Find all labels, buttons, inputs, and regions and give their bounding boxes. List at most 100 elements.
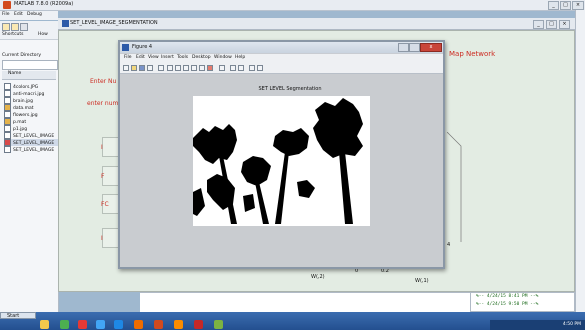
open-folder-icon[interactable]: [11, 23, 19, 31]
fig-menu-view[interactable]: View: [148, 55, 159, 60]
save-icon[interactable]: [139, 65, 145, 71]
show-plot-tools-icon[interactable]: [257, 65, 263, 71]
matlab-toolbar: Shortcuts How: [0, 21, 58, 40]
file-item[interactable]: 4colors.JPG: [4, 83, 58, 90]
current-directory-label: Current Directory: [2, 53, 42, 58]
image-file-icon: [4, 111, 11, 118]
menu-edit[interactable]: Edit: [14, 12, 23, 17]
image-file-icon: [4, 90, 11, 97]
figure-maximize-button[interactable]: [409, 43, 420, 52]
data-cursor-icon[interactable]: [199, 65, 205, 71]
fig-file-icon: [4, 132, 11, 139]
start-button[interactable]: Start: [0, 312, 36, 319]
gui-title: SET_LEVEL_IMAGE_SEGMENTATION: [70, 20, 158, 26]
app-taskbar-icon[interactable]: [96, 320, 105, 329]
current-directory-path-bar[interactable]: [2, 60, 58, 70]
matlab-taskbar-icon[interactable]: [154, 320, 163, 329]
plot-tick-4: 4: [447, 242, 451, 248]
fig-menu-desktop[interactable]: Desktop: [192, 55, 211, 60]
explorer-taskbar-icon[interactable]: [40, 320, 49, 329]
link-icon[interactable]: [219, 65, 225, 71]
figure-4-titlebar[interactable]: Figure 4: [120, 42, 443, 53]
shortcuts-label[interactable]: Shortcuts: [2, 32, 24, 37]
chrome-taskbar-icon[interactable]: [60, 320, 69, 329]
fig-menu-tools[interactable]: Tools: [177, 55, 188, 60]
word-taskbar-icon[interactable]: [114, 320, 123, 329]
figure-menubar: File Edit View Insert Tools Desktop Wind…: [120, 54, 443, 63]
enter-number-label-2: enter num: [87, 100, 119, 107]
figure-icon: [122, 44, 129, 51]
app2-taskbar-icon[interactable]: [214, 320, 223, 329]
matlab-titlebar: MATLAB 7.8.0 (R2009a): [0, 0, 585, 11]
gui-maximize-button[interactable]: □: [546, 20, 557, 29]
matlab-logo-icon: [3, 1, 11, 9]
hide-plot-tools-icon[interactable]: [249, 65, 255, 71]
name-column-header[interactable]: Name: [2, 71, 56, 80]
new-file-icon[interactable]: [2, 23, 10, 31]
brush-icon[interactable]: [207, 65, 213, 71]
firefox-taskbar-icon[interactable]: [174, 320, 183, 329]
figure-window-icon: [62, 20, 69, 27]
fig-menu-edit[interactable]: Edit: [136, 55, 145, 60]
print-icon[interactable]: [147, 65, 153, 71]
mat-file-icon: [4, 104, 11, 111]
m-file-icon: [4, 139, 11, 146]
axis-label-w2: W(,2): [311, 274, 325, 280]
legend-icon[interactable]: [238, 65, 244, 71]
powerpoint-taskbar-icon[interactable]: [134, 320, 143, 329]
image-file-icon: [4, 125, 11, 132]
file-item[interactable]: p1.jpg: [4, 125, 58, 132]
mat-file-icon: [4, 118, 11, 125]
file-item[interactable]: data.mat: [4, 104, 58, 111]
history-entry[interactable]: %-- 4/24/15 9:50 PM --%: [471, 301, 574, 309]
file-item[interactable]: brain.jpg: [4, 97, 58, 104]
new-figure-icon[interactable]: [123, 65, 129, 71]
cut-icon[interactable]: [20, 23, 28, 31]
fig-file-icon: [4, 146, 11, 153]
file-item[interactable]: flowers.jpg: [4, 111, 58, 118]
matlab-close-button[interactable]: ×: [572, 1, 584, 10]
media-taskbar-icon[interactable]: [78, 320, 87, 329]
pan-icon[interactable]: [183, 65, 189, 71]
pdf-taskbar-icon[interactable]: [194, 320, 203, 329]
axis-label-w1: W(,1): [415, 278, 429, 284]
file-item-selected[interactable]: SET_LEVEL_IMAGE: [4, 139, 58, 146]
command-history[interactable]: %-- 4/24/15 8:41 PM --% %-- 4/24/15 9:50…: [470, 292, 575, 312]
command-window[interactable]: [140, 292, 470, 313]
edit-plot-arrow-icon[interactable]: [158, 65, 164, 71]
zoom-in-icon[interactable]: [167, 65, 173, 71]
matlab-title: MATLAB 7.8.0 (R2009a): [14, 1, 74, 7]
map-network-heading: Map Network: [449, 50, 496, 58]
plot-title: SET LEVEL Segmentation: [258, 86, 322, 92]
fig-menu-insert[interactable]: Insert: [161, 55, 174, 60]
figure-close-button[interactable]: x: [420, 43, 442, 52]
current-directory-panel: [0, 40, 59, 312]
open-file-icon[interactable]: [131, 65, 137, 71]
segmentation-result-image: [193, 96, 370, 226]
how-to-add-link[interactable]: How: [38, 32, 48, 37]
zoom-out-icon[interactable]: [175, 65, 181, 71]
figure-4-title: Figure 4: [132, 44, 153, 50]
file-item[interactable]: p.mat: [4, 118, 58, 125]
fig-menu-window[interactable]: Window: [214, 55, 232, 60]
fig-menu-file[interactable]: File: [124, 55, 132, 60]
matlab-minimize-button[interactable]: _: [548, 1, 559, 10]
gui-titlebar: SET_LEVEL_IMAGE_SEGMENTATION: [58, 18, 575, 30]
matlab-maximize-button[interactable]: □: [560, 1, 571, 10]
figure-toolbar: [120, 63, 443, 74]
menu-debug[interactable]: Debug: [27, 12, 42, 17]
gui-close-button[interactable]: ×: [559, 20, 570, 29]
file-item[interactable]: SET_LEVEL_IMAGE: [4, 132, 58, 139]
fig-menu-help[interactable]: Help: [235, 55, 245, 60]
file-item[interactable]: SET_LEVEL_IMAGE: [4, 146, 58, 153]
colorbar-icon[interactable]: [230, 65, 236, 71]
figure-minimize-button[interactable]: [398, 43, 409, 52]
map-network-plot-edge: [447, 132, 462, 242]
system-tray: 4:50 PM: [490, 320, 585, 330]
taskbar-clock[interactable]: 4:50 PM: [563, 322, 581, 327]
menu-file[interactable]: File: [2, 12, 10, 17]
rotate-3d-icon[interactable]: [191, 65, 197, 71]
history-entry[interactable]: %-- 4/24/15 8:41 PM --%: [471, 293, 574, 301]
gui-minimize-button[interactable]: _: [533, 20, 544, 29]
file-item[interactable]: anti-macri.jpg: [4, 90, 58, 97]
